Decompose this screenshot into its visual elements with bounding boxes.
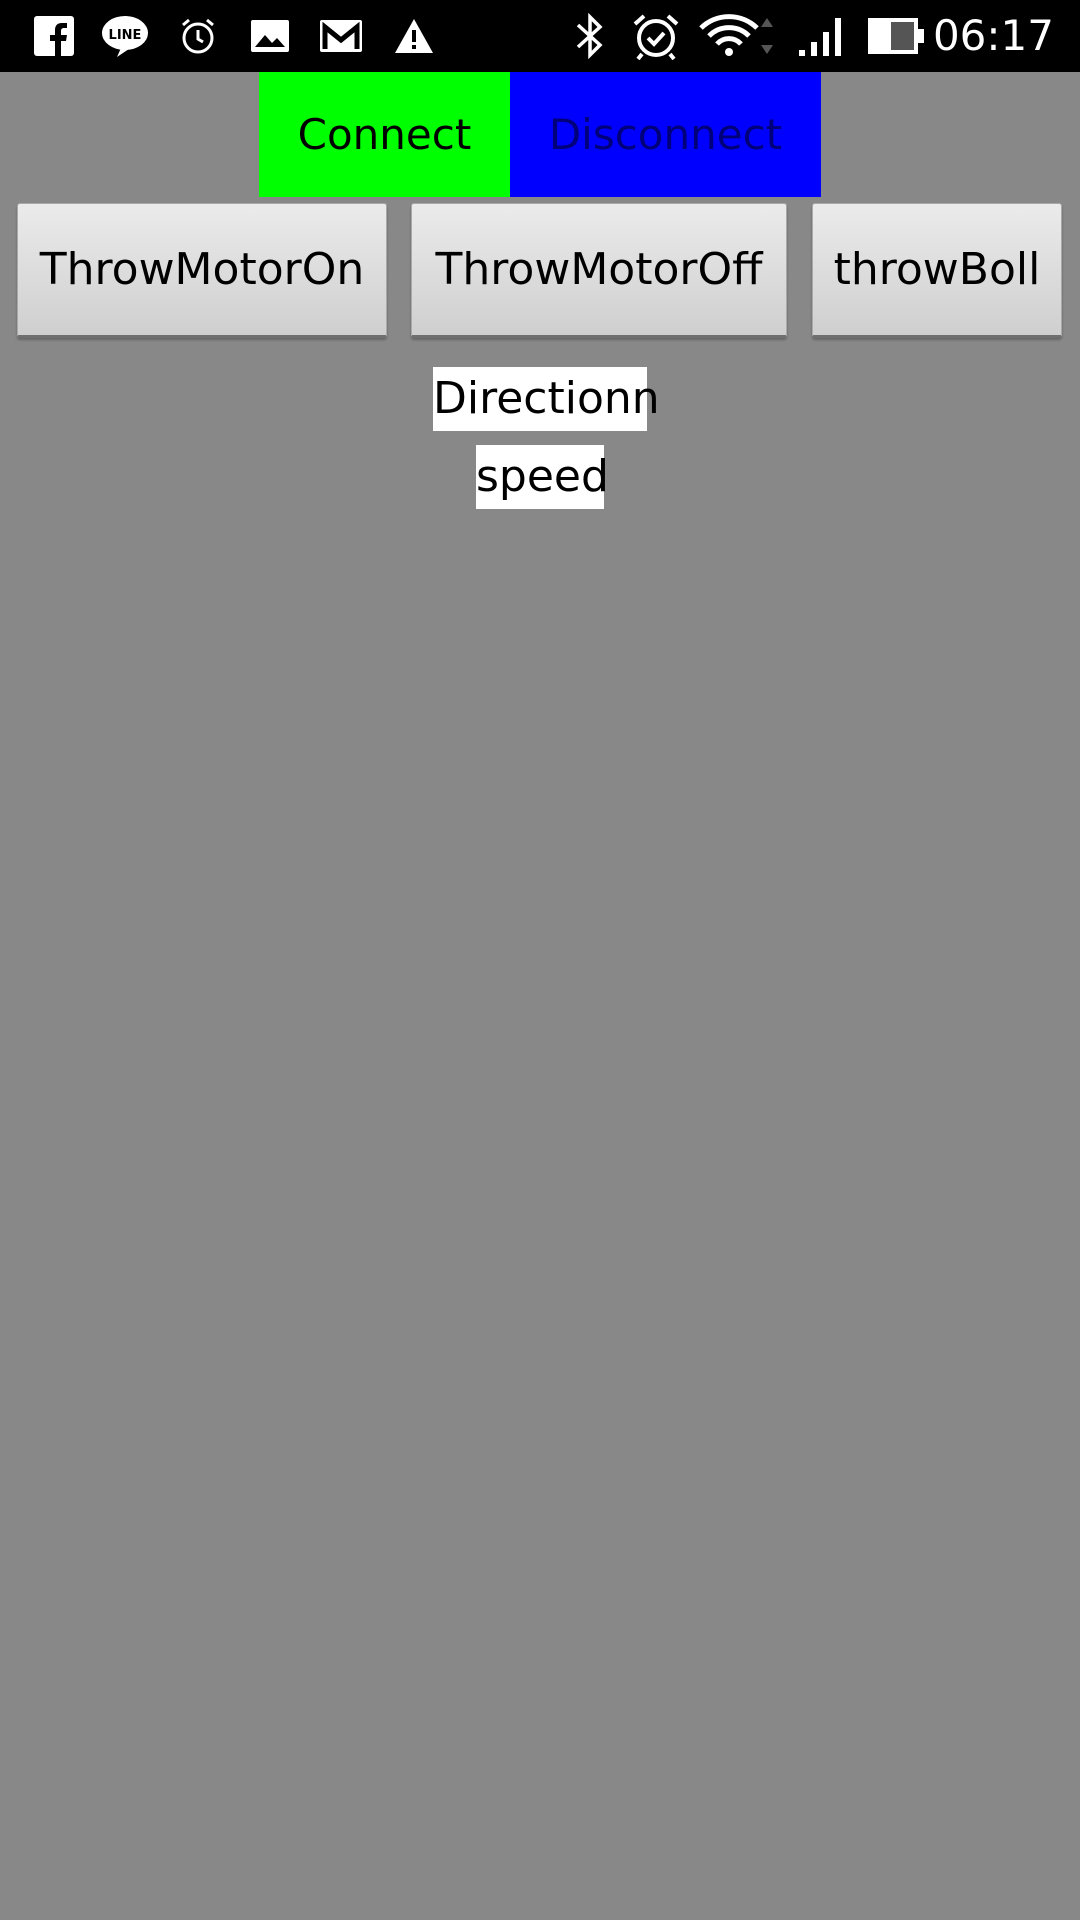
status-bar: LINE 06:17	[0, 0, 1080, 72]
bluetooth-icon	[570, 13, 610, 59]
throw-ball-button[interactable]: throwBoll	[812, 203, 1062, 338]
alarm-clock-icon	[628, 14, 684, 60]
connect-button[interactable]: Connect	[259, 72, 510, 197]
signal-icon	[796, 14, 848, 58]
gmail-icon	[318, 14, 364, 58]
svg-text:LINE: LINE	[109, 28, 142, 43]
disconnect-button[interactable]: Disconnect	[510, 72, 821, 197]
warning-icon	[392, 14, 436, 58]
throw-motor-off-button[interactable]: ThrowMotorOff	[411, 203, 787, 338]
line-icon: LINE	[100, 14, 150, 58]
wifi-icon	[698, 14, 782, 58]
alarm-icon	[176, 14, 220, 58]
direction-label: Directionn	[433, 367, 660, 431]
speed-label: speed	[476, 445, 609, 509]
battery-icon	[866, 14, 926, 58]
facebook-icon	[32, 14, 76, 58]
throw-motor-on-button[interactable]: ThrowMotorOn	[17, 203, 387, 338]
gallery-icon	[248, 14, 292, 58]
clock-time: 06:17	[932, 11, 1054, 60]
app-content: Connect Disconnect ThrowMotorOn ThrowMot…	[0, 72, 1080, 1920]
